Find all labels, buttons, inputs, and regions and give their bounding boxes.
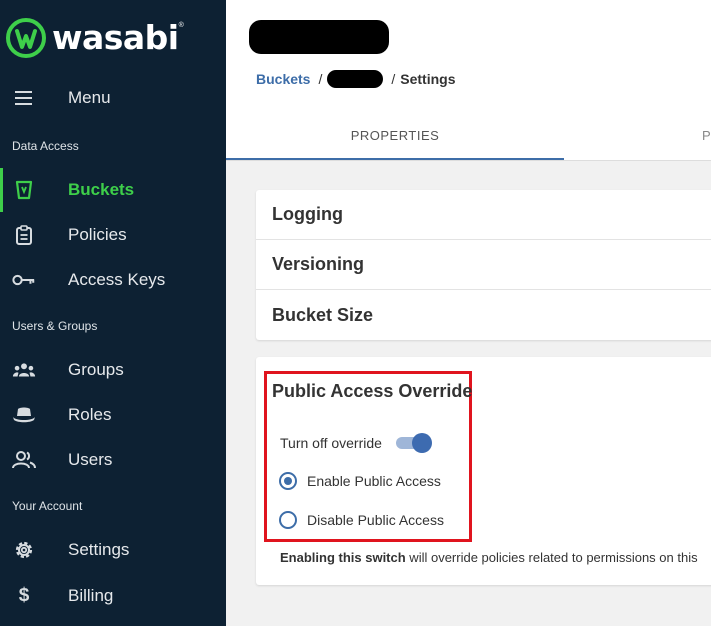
accordion-panel: Logging Versioning Bucket Size xyxy=(256,190,711,340)
trademark: ® xyxy=(178,22,184,29)
accordion-bucket-size[interactable]: Bucket Size xyxy=(256,290,711,340)
breadcrumb-separator: / xyxy=(391,71,396,87)
sidebar-item-buckets[interactable]: Buckets xyxy=(0,168,226,212)
page-title-redacted xyxy=(249,20,389,54)
sidebar-item-label: Roles xyxy=(68,405,112,424)
section-users-groups: Users & Groups xyxy=(12,319,98,333)
groups-icon xyxy=(12,358,36,382)
gear-icon xyxy=(12,538,36,562)
key-icon xyxy=(12,268,36,292)
wasabi-logo[interactable]: wasabi ® xyxy=(6,18,184,58)
public-access-title: Public Access Override xyxy=(272,381,473,401)
sidebar-item-groups[interactable]: Groups xyxy=(0,348,226,392)
main-content: Buckets / / Settings PROPERTIES P Loggin… xyxy=(226,0,711,626)
note-bold: Enabling this switch xyxy=(280,550,406,565)
breadcrumb-separator: / xyxy=(318,71,323,87)
radio-button-checked[interactable] xyxy=(279,472,297,490)
sidebar-item-billing[interactable]: $ Billing xyxy=(0,574,226,618)
page-header: Buckets / / Settings PROPERTIES P xyxy=(226,0,711,161)
tab-properties[interactable]: PROPERTIES xyxy=(226,118,564,160)
section-data-access: Data Access xyxy=(12,139,79,153)
override-note: Enabling this switch will override polic… xyxy=(280,550,698,565)
hamburger-icon xyxy=(12,86,36,110)
wasabi-logo-icon xyxy=(6,18,46,58)
sidebar-item-label: Buckets xyxy=(68,180,135,199)
accordion-versioning[interactable]: Versioning xyxy=(256,240,711,290)
sidebar-item-access-keys[interactable]: Access Keys xyxy=(0,258,226,302)
radio-button[interactable] xyxy=(279,511,297,529)
users-icon xyxy=(12,448,36,472)
radio-label: Disable Public Access xyxy=(307,512,444,528)
menu-toggle-button[interactable]: Menu xyxy=(0,76,226,120)
radio-enable-public-access[interactable]: Enable Public Access xyxy=(279,472,441,490)
sidebar-item-label: Access Keys xyxy=(68,270,166,289)
sidebar: wasabi ® Menu Data Access Buckets Polici… xyxy=(0,0,226,626)
radio-label: Enable Public Access xyxy=(307,473,441,489)
sidebar-item-label: Billing xyxy=(68,586,114,605)
dollar-icon: $ xyxy=(18,585,30,606)
clipboard-icon xyxy=(12,223,36,247)
sidebar-item-policies[interactable]: Policies xyxy=(0,213,226,257)
sidebar-item-label: Settings xyxy=(68,540,130,559)
tab-second[interactable]: P xyxy=(702,118,711,160)
sidebar-item-label: Policies xyxy=(68,225,127,244)
sidebar-item-users[interactable]: Users xyxy=(0,438,226,482)
override-toggle-row: Turn off override xyxy=(280,433,432,453)
breadcrumb-current: Settings xyxy=(400,71,456,87)
breadcrumb: Buckets / / Settings xyxy=(256,70,455,88)
sidebar-item-label: Users xyxy=(68,450,113,469)
radio-disable-public-access[interactable]: Disable Public Access xyxy=(279,511,444,529)
public-access-card: Public Access Override Turn off override… xyxy=(256,357,711,585)
logo-wordmark: wasabi xyxy=(52,18,179,57)
sidebar-item-label: Groups xyxy=(68,360,124,379)
bucket-icon xyxy=(12,178,36,202)
hat-icon xyxy=(12,403,36,427)
sidebar-item-roles[interactable]: Roles xyxy=(0,393,226,437)
sidebar-item-settings[interactable]: Settings xyxy=(0,528,226,572)
note-text: will override policies related to permis… xyxy=(405,550,698,565)
section-your-account: Your Account xyxy=(12,499,83,513)
menu-label: Menu xyxy=(68,88,111,107)
breadcrumb-buckets-link[interactable]: Buckets xyxy=(256,71,310,87)
accordion-logging[interactable]: Logging xyxy=(256,190,711,240)
override-toggle-switch[interactable] xyxy=(394,433,432,453)
breadcrumb-bucket-redacted[interactable] xyxy=(327,70,384,88)
switch-thumb xyxy=(411,433,432,453)
override-toggle-label: Turn off override xyxy=(280,435,382,451)
